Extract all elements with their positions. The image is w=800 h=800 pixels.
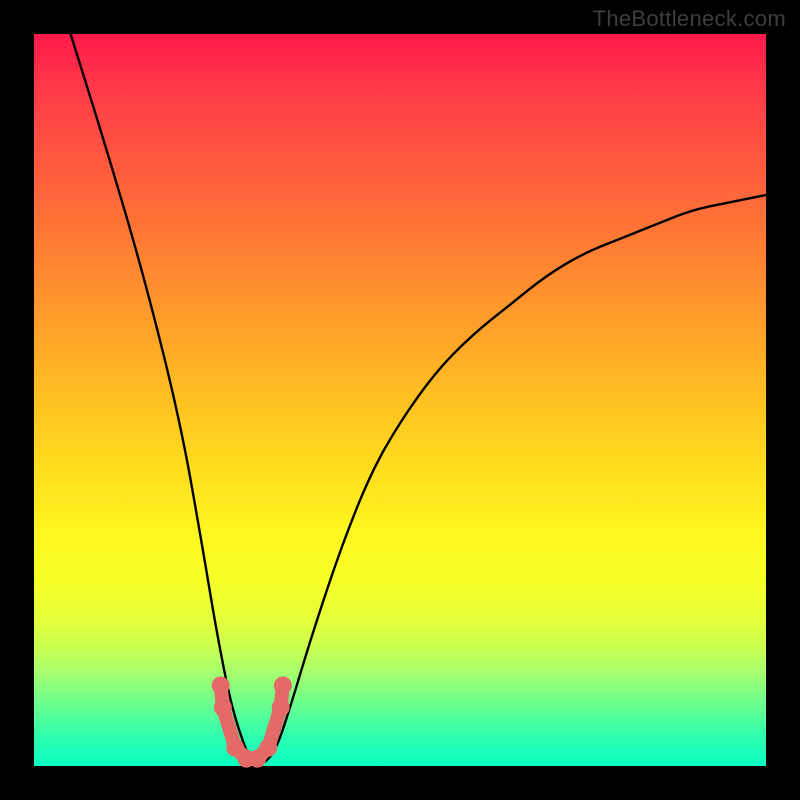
bottleneck-curve xyxy=(71,34,766,766)
marker-dot xyxy=(272,698,290,716)
marker-dot xyxy=(259,739,277,757)
marker-cluster xyxy=(212,676,292,767)
plot-area xyxy=(34,34,766,766)
marker-dot xyxy=(212,676,230,694)
marker-dot xyxy=(274,676,292,694)
chart-frame: TheBottleneck.com xyxy=(0,0,800,800)
marker-dot xyxy=(214,698,232,716)
chart-svg xyxy=(34,34,766,766)
watermark-text: TheBottleneck.com xyxy=(593,6,786,32)
